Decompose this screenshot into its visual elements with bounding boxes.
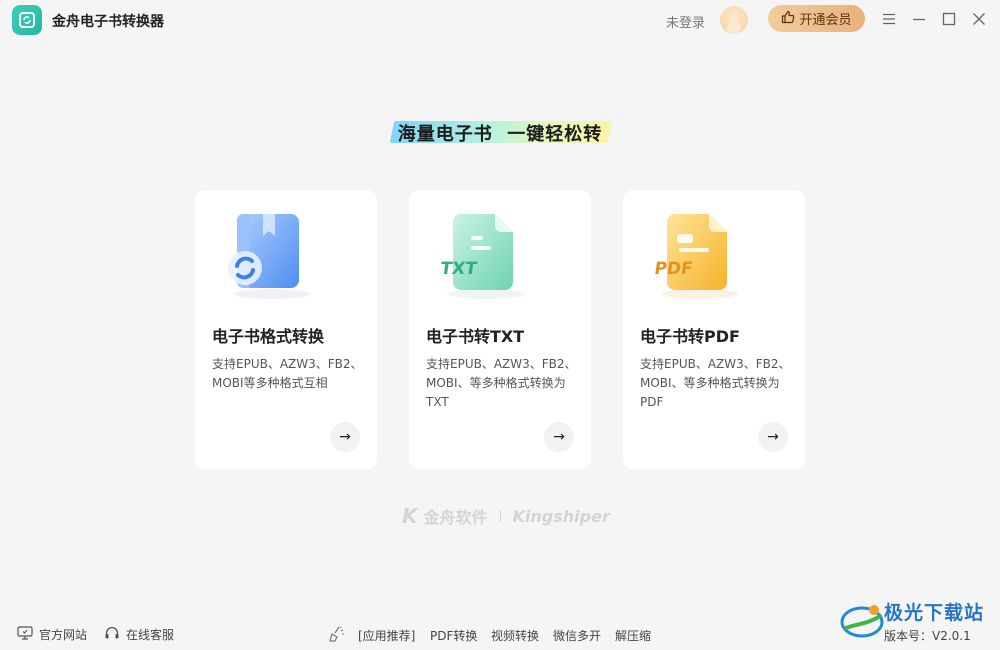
ebook-convert-icon (217, 208, 317, 300)
card-title: 电子书格式转换 (212, 327, 325, 346)
broom-icon[interactable] (328, 626, 346, 642)
card-description: 支持EPUB、AZW3、FB2、MOBI等多种格式互相 (212, 357, 363, 390)
login-status[interactable]: 未登录 (666, 12, 705, 31)
thumb-up-icon (781, 10, 795, 28)
download-site-logo-icon (840, 598, 888, 640)
pdf-badge: PDF (653, 259, 694, 279)
arrow-right-icon[interactable]: → (544, 422, 574, 452)
headset-icon (104, 625, 120, 644)
txt-badge: TXT (439, 259, 478, 279)
online-support-label: 在线客服 (126, 627, 175, 642)
vip-button[interactable]: 开通会员 (768, 5, 865, 32)
menu-icon[interactable] (878, 8, 900, 30)
official-website-link[interactable]: 官方网站 (17, 625, 88, 643)
monitor-icon (17, 625, 33, 643)
pdf-file-icon: PDF (645, 208, 745, 300)
brand-name-cn: 金舟软件 (423, 508, 488, 527)
card-ebook-format-convert[interactable]: 电子书格式转换 支持EPUB、AZW3、FB2、MOBI等多种格式互相 → (195, 190, 377, 469)
footer-link-wechat[interactable]: 微信多开 (553, 627, 601, 644)
avatar[interactable] (720, 6, 748, 34)
maximize-icon[interactable] (938, 8, 960, 30)
app-title: 金舟电子书转换器 (52, 14, 164, 30)
brand-watermark: K 金舟软件 Kingshiper (402, 504, 610, 528)
card-description: 支持EPUB、AZW3、FB2、MOBI、等多种格式转换为TXT (426, 357, 577, 409)
card-title: 电子书转PDF (640, 327, 740, 346)
arrow-right-icon[interactable]: → (330, 422, 360, 452)
txt-file-icon: TXT (431, 208, 531, 300)
card-title: 电子书转TXT (426, 327, 525, 346)
card-description: 支持EPUB、AZW3、FB2、MOBI、等多种格式转换为PDF (640, 357, 791, 409)
card-ebook-to-pdf[interactable]: PDF 电子书转PDF 支持EPUB、AZW3、FB2、MOBI、等多种格式转换… (623, 190, 805, 469)
app-logo-icon (12, 5, 42, 35)
vip-button-label: 开通会员 (799, 13, 852, 28)
footer-link-unzip[interactable]: 解压缩 (615, 627, 651, 644)
version-label: 版本号：V2.0.1 (884, 629, 971, 643)
official-website-label: 官方网站 (39, 627, 88, 642)
version-info: 版本号：V2.0.1 (884, 627, 971, 644)
brand-k-icon: K (402, 504, 418, 528)
brand-name-en: Kingshiper (512, 506, 610, 526)
online-support-link[interactable]: 在线客服 (104, 626, 174, 642)
footer-link-pdf[interactable]: PDF转换 (430, 627, 477, 644)
brand-divider (499, 510, 501, 522)
app-recommend-label: [应用推荐] (358, 629, 416, 643)
slogan: 海量电子书 一键轻松转 (397, 124, 603, 145)
footer-link-video[interactable]: 视频转换 (491, 627, 539, 644)
download-site-watermark: 极光下载站 (884, 602, 985, 624)
minimize-icon[interactable] (908, 8, 930, 30)
card-ebook-to-txt[interactable]: TXT 电子书转TXT 支持EPUB、AZW3、FB2、MOBI、等多种格式转换… (409, 190, 591, 469)
close-icon[interactable] (968, 8, 990, 30)
title-bar: 金舟电子书转换器 未登录 开通会员 (0, 0, 1000, 40)
arrow-right-icon[interactable]: → (758, 422, 788, 452)
